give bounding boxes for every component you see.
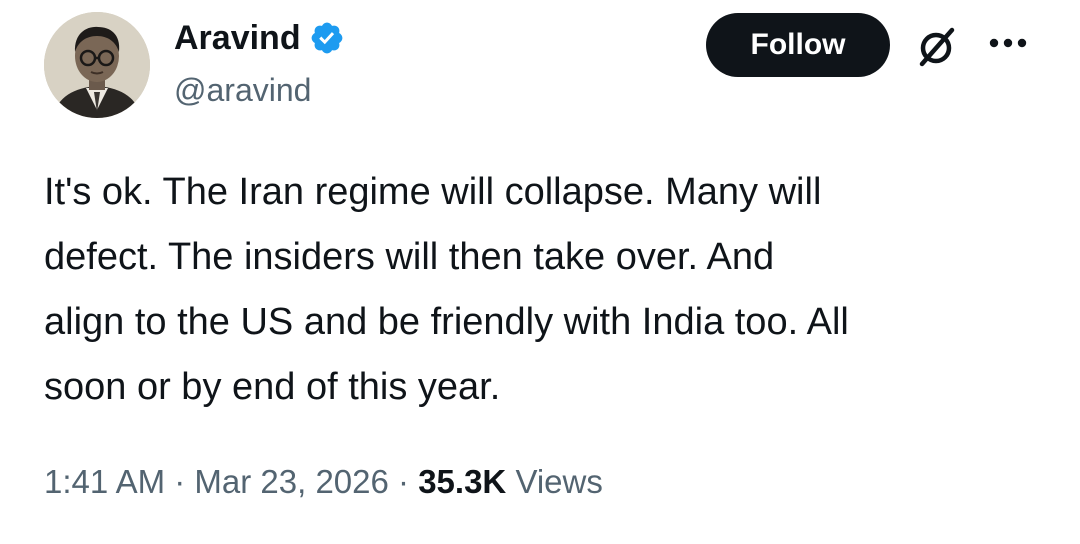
tweet-card: Aravind @aravind Follow It's ok. The Ira… bbox=[0, 0, 1080, 544]
grok-slash-circle-icon[interactable] bbox=[912, 22, 960, 70]
views-label: Views bbox=[515, 463, 603, 500]
author-handle[interactable]: @aravind bbox=[174, 70, 311, 110]
tweet-body-text: It's ok. The Iran regime will collapse. … bbox=[44, 171, 849, 408]
tweet-meta-row: 1:41 AM · Mar 23, 2026 · 35.3K Views bbox=[44, 458, 603, 506]
tweet-time[interactable]: 1:41 AM bbox=[44, 463, 165, 500]
views-count[interactable]: 35.3K bbox=[418, 463, 506, 500]
author-avatar[interactable] bbox=[44, 12, 150, 118]
author-name-row: Aravind bbox=[174, 18, 345, 58]
meta-separator: · bbox=[388, 463, 419, 500]
portrait-avatar-image bbox=[44, 12, 150, 118]
verified-badge-icon bbox=[309, 20, 345, 56]
tweet-date[interactable]: Mar 23, 2026 bbox=[194, 463, 388, 500]
meta-separator: · bbox=[165, 463, 195, 500]
author-display-name[interactable]: Aravind bbox=[174, 18, 301, 58]
follow-button[interactable]: Follow bbox=[706, 13, 890, 77]
more-horizontal-icon[interactable] bbox=[988, 36, 1028, 50]
